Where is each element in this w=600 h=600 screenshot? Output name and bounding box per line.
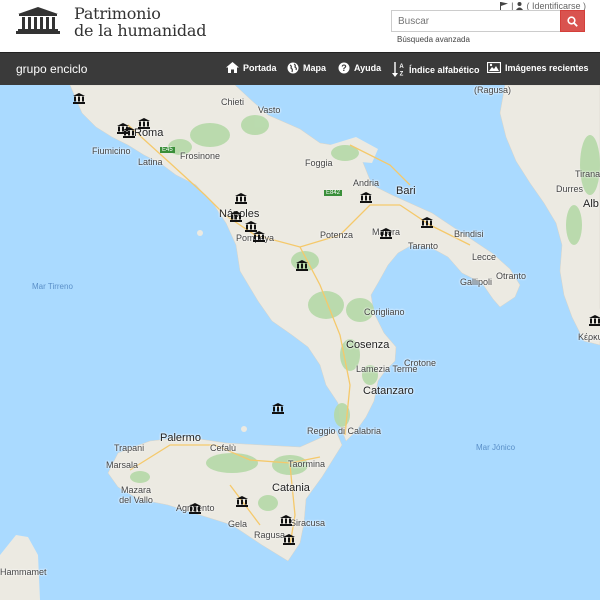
map-label-andria: Andria [353,178,380,188]
home-icon [226,62,239,73]
map-label-kerkyra: Κέρκυρα [578,332,600,342]
map-label-chieti: Chieti [221,97,245,107]
heritage-site-marker-icon[interactable] [421,217,433,228]
site-title-line1: Patrimonio [74,4,161,23]
map-label-cosenza: Cosenza [346,339,390,351]
search-input[interactable] [391,10,560,32]
nav-portada[interactable]: Portada [226,62,277,73]
nav-portada-label: Portada [243,62,277,73]
nav-ayuda-label: Ayuda [354,63,382,73]
image-icon [487,62,501,73]
map-label-potenza: Potenza [320,230,354,240]
map-label-corigliano: Corigliano [364,307,405,317]
map-label-hammamet: Hammamet [0,567,47,577]
heritage-site-marker-icon[interactable] [589,315,600,326]
heritage-site-marker-icon[interactable] [272,403,284,414]
nav-imagenes-label: Imágenes recientes [505,62,589,73]
map-label-lecce: Lecce [472,252,497,262]
map-label-gela: Gela [228,519,248,529]
nav-ayuda[interactable]: ? Ayuda [338,62,381,74]
sort-az-icon: AZ [392,62,404,78]
nav-mapa[interactable]: Mapa [287,62,326,74]
heritage-site-marker-icon[interactable] [73,93,85,104]
heritage-site-marker-icon[interactable] [296,260,308,271]
map-label-e45: E45 [160,147,175,153]
map-label-frosinone: Frosinone [180,151,221,161]
heritage-site-marker-icon[interactable] [235,193,247,204]
svg-text:A: A [399,64,404,70]
heritage-site-marker-icon[interactable] [138,118,150,129]
site-title-line2: de la humanidad [74,21,207,40]
map-label-mazara: Mazara del Vallo [119,485,153,505]
heritage-site-marker-icon[interactable] [380,228,392,239]
map-label-catania: Catania [272,482,310,494]
map-label-fiumicino: Fiumicino [92,146,131,156]
heritage-site-marker-icon[interactable] [360,192,372,203]
map-label-ragusa-top: (Ragusa) [474,85,512,95]
albania-coast [499,85,600,346]
site-header: Patrimonio de la humanidad | ( Identific… [0,0,600,52]
map-label-durres: Durres [556,184,584,194]
map-label-marsala: Marsala [106,460,139,470]
search-icon [567,15,578,27]
heritage-site-marker-icon[interactable] [123,127,135,138]
map-label-taormina: Taormina [288,459,326,469]
search-button[interactable] [560,10,585,32]
heritage-site-marker-icon[interactable] [280,515,292,526]
map-label-gallipoli: Gallipoli [460,277,493,287]
map-label-e842: E842 [324,190,343,196]
heritage-site-marker-icon[interactable] [189,503,201,514]
map-label-mar-tirreno: Mar Tirreno [32,282,73,291]
map-label-lamezia: Lamezia Terme [356,364,418,374]
advanced-search-link[interactable]: Búsqueda avanzada [397,35,470,44]
map-label-vasto: Vasto [258,105,281,115]
map-label-taranto: Taranto [408,241,439,251]
map-label-siracusa: Siracusa [290,518,326,528]
nav-indice-label: Índice alfabético [409,64,480,75]
site-title[interactable]: Patrimonio de la humanidad [74,4,207,40]
map-label-brindisi: Brindisi [454,229,484,239]
heritage-site-marker-icon[interactable] [230,211,242,222]
brand-link[interactable]: grupo enciclo [16,62,87,76]
help-icon: ? [338,62,350,74]
svg-text:?: ? [341,63,347,73]
map-label-tirana: Tirana [575,169,600,179]
main-navbar: grupo enciclo Portada Mapa ? Ayuda AZ Ín… [0,52,600,85]
nav-imagenes[interactable]: Imágenes recientes [487,62,589,73]
map-label-foggia: Foggia [305,158,333,168]
nav-mapa-label: Mapa [303,63,327,73]
map-label-alb: Alb [583,198,599,210]
map-label-ragusa: Ragusa [254,530,286,540]
map-label-catanzaro: Catanzaro [363,385,414,397]
island [241,426,247,432]
user-icon [516,2,524,10]
nav-indice[interactable]: AZ Índice alfabético [392,62,480,77]
heritage-site-marker-icon[interactable] [236,496,248,507]
map-label-reggio: Reggio di Calabria [307,426,382,436]
map-label-cefalu: Cefalù [210,443,237,453]
svg-text:Z: Z [400,72,404,78]
map-label-bari: Bari [396,185,416,197]
map-label-latina: Latina [138,157,163,167]
heritage-site-marker-icon[interactable] [283,534,295,545]
globe-icon [287,62,299,74]
temple-logo-icon[interactable] [16,6,60,34]
map-label-otranto: Otranto [496,271,527,281]
island [197,230,203,236]
heritage-site-marker-icon[interactable] [253,231,265,242]
map-view[interactable]: Chieti Vasto Roma Fiumicino E45 Frosinon… [0,85,600,600]
map-label-palermo: Palermo [160,432,201,444]
map-label-trapani: Trapani [114,443,145,453]
map-label-mar-jonico: Mar Jónico [476,443,516,452]
